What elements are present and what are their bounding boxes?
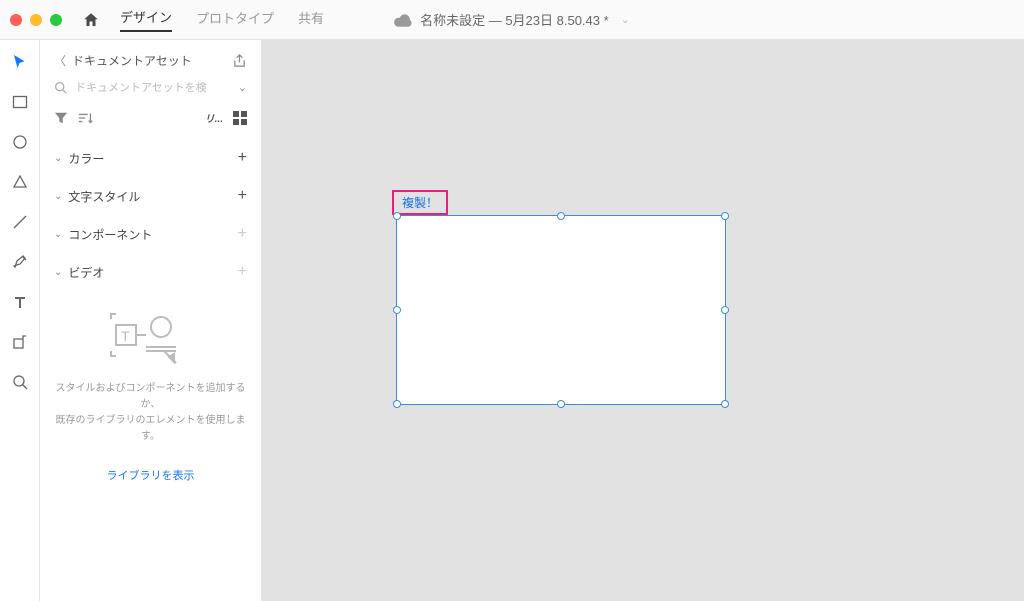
- sort-icon[interactable]: [78, 111, 94, 125]
- add-color-button[interactable]: +: [238, 149, 247, 167]
- caret-icon: ⌄: [54, 153, 62, 164]
- minimize-window-button[interactable]: [30, 14, 42, 26]
- panel-back-button[interactable]: 〈 ドキュメントアセット: [54, 52, 192, 69]
- chevron-down-icon: ⌄: [621, 13, 630, 26]
- section-colors[interactable]: ⌄ カラー +: [54, 139, 247, 177]
- resize-handle-tr[interactable]: [721, 212, 729, 220]
- section-text-styles[interactable]: ⌄ 文字スタイル +: [54, 177, 247, 215]
- polygon-tool[interactable]: [10, 172, 30, 192]
- ellipse-tool[interactable]: [10, 132, 30, 152]
- section-label: ビデオ: [68, 264, 104, 281]
- close-window-button[interactable]: [10, 14, 22, 26]
- search-icon: [54, 81, 67, 94]
- mode-tabs: デザイン プロトタイプ 共有: [120, 7, 324, 32]
- resize-handle-br[interactable]: [721, 400, 729, 408]
- topbar: デザイン プロトタイプ 共有 名称未設定 ― 5月23日 8.50.43 * ⌄: [0, 0, 1024, 40]
- home-icon[interactable]: [82, 11, 100, 29]
- artboard-tool[interactable]: [10, 332, 30, 352]
- add-video-button[interactable]: +: [238, 263, 247, 281]
- document-title[interactable]: 名称未設定 ― 5月23日 8.50.43 * ⌄: [394, 10, 630, 29]
- list-view-toggle[interactable]: リ...: [205, 110, 223, 125]
- section-video[interactable]: ⌄ ビデオ +: [54, 253, 247, 291]
- section-label: コンポーネント: [68, 226, 152, 243]
- line-tool[interactable]: [10, 212, 30, 232]
- publish-icon[interactable]: [232, 53, 247, 68]
- svg-text:T: T: [121, 328, 130, 344]
- left-toolbar: [0, 40, 40, 601]
- grid-view-toggle[interactable]: [233, 111, 247, 125]
- empty-state-text: スタイルおよびコンポーネントを追加するか、 既存のライブラリのエレメントを使用し…: [54, 381, 247, 445]
- panel-title: ドキュメントアセット: [72, 52, 192, 69]
- caret-icon: ⌄: [54, 229, 62, 240]
- maximize-window-button[interactable]: [50, 14, 62, 26]
- search-row: ⌄: [54, 81, 247, 94]
- resize-handle-b[interactable]: [557, 400, 565, 408]
- resize-handle-r[interactable]: [721, 306, 729, 314]
- show-libraries-link[interactable]: ライブラリを表示: [54, 467, 247, 483]
- zoom-tool[interactable]: [10, 372, 30, 392]
- add-component-button[interactable]: +: [238, 225, 247, 243]
- caret-icon: ⌄: [54, 191, 62, 202]
- tab-share[interactable]: 共有: [298, 8, 324, 31]
- section-components[interactable]: ⌄ コンポーネント +: [54, 215, 247, 253]
- chevron-left-icon: 〈: [54, 52, 66, 69]
- rectangle-tool[interactable]: [10, 92, 30, 112]
- pen-tool[interactable]: [10, 252, 30, 272]
- window-controls: [10, 14, 62, 26]
- resize-handle-t[interactable]: [557, 212, 565, 220]
- section-label: カラー: [68, 150, 104, 167]
- caret-icon: ⌄: [54, 267, 62, 278]
- select-tool[interactable]: [10, 52, 30, 72]
- document-title-text: 名称未設定 ― 5月23日 8.50.43 *: [420, 10, 609, 29]
- assets-panel: 〈 ドキュメントアセット ⌄ リ.: [40, 40, 262, 601]
- artboard-name-label[interactable]: 複製！: [392, 190, 448, 215]
- text-tool[interactable]: [10, 292, 30, 312]
- resize-handle-tl[interactable]: [393, 212, 401, 220]
- canvas[interactable]: 複製！: [262, 40, 1024, 601]
- search-input[interactable]: [75, 82, 230, 94]
- resize-handle-l[interactable]: [393, 306, 401, 314]
- artboard[interactable]: [396, 215, 726, 405]
- section-label: 文字スタイル: [68, 188, 140, 205]
- add-text-style-button[interactable]: +: [238, 187, 247, 205]
- empty-state-illustration: T: [106, 309, 196, 369]
- chevron-down-icon[interactable]: ⌄: [238, 81, 247, 94]
- cloud-icon: [394, 13, 412, 27]
- resize-handle-bl[interactable]: [393, 400, 401, 408]
- filter-icon[interactable]: [54, 111, 68, 125]
- tab-prototype[interactable]: プロトタイプ: [196, 8, 274, 31]
- tab-design[interactable]: デザイン: [120, 7, 172, 32]
